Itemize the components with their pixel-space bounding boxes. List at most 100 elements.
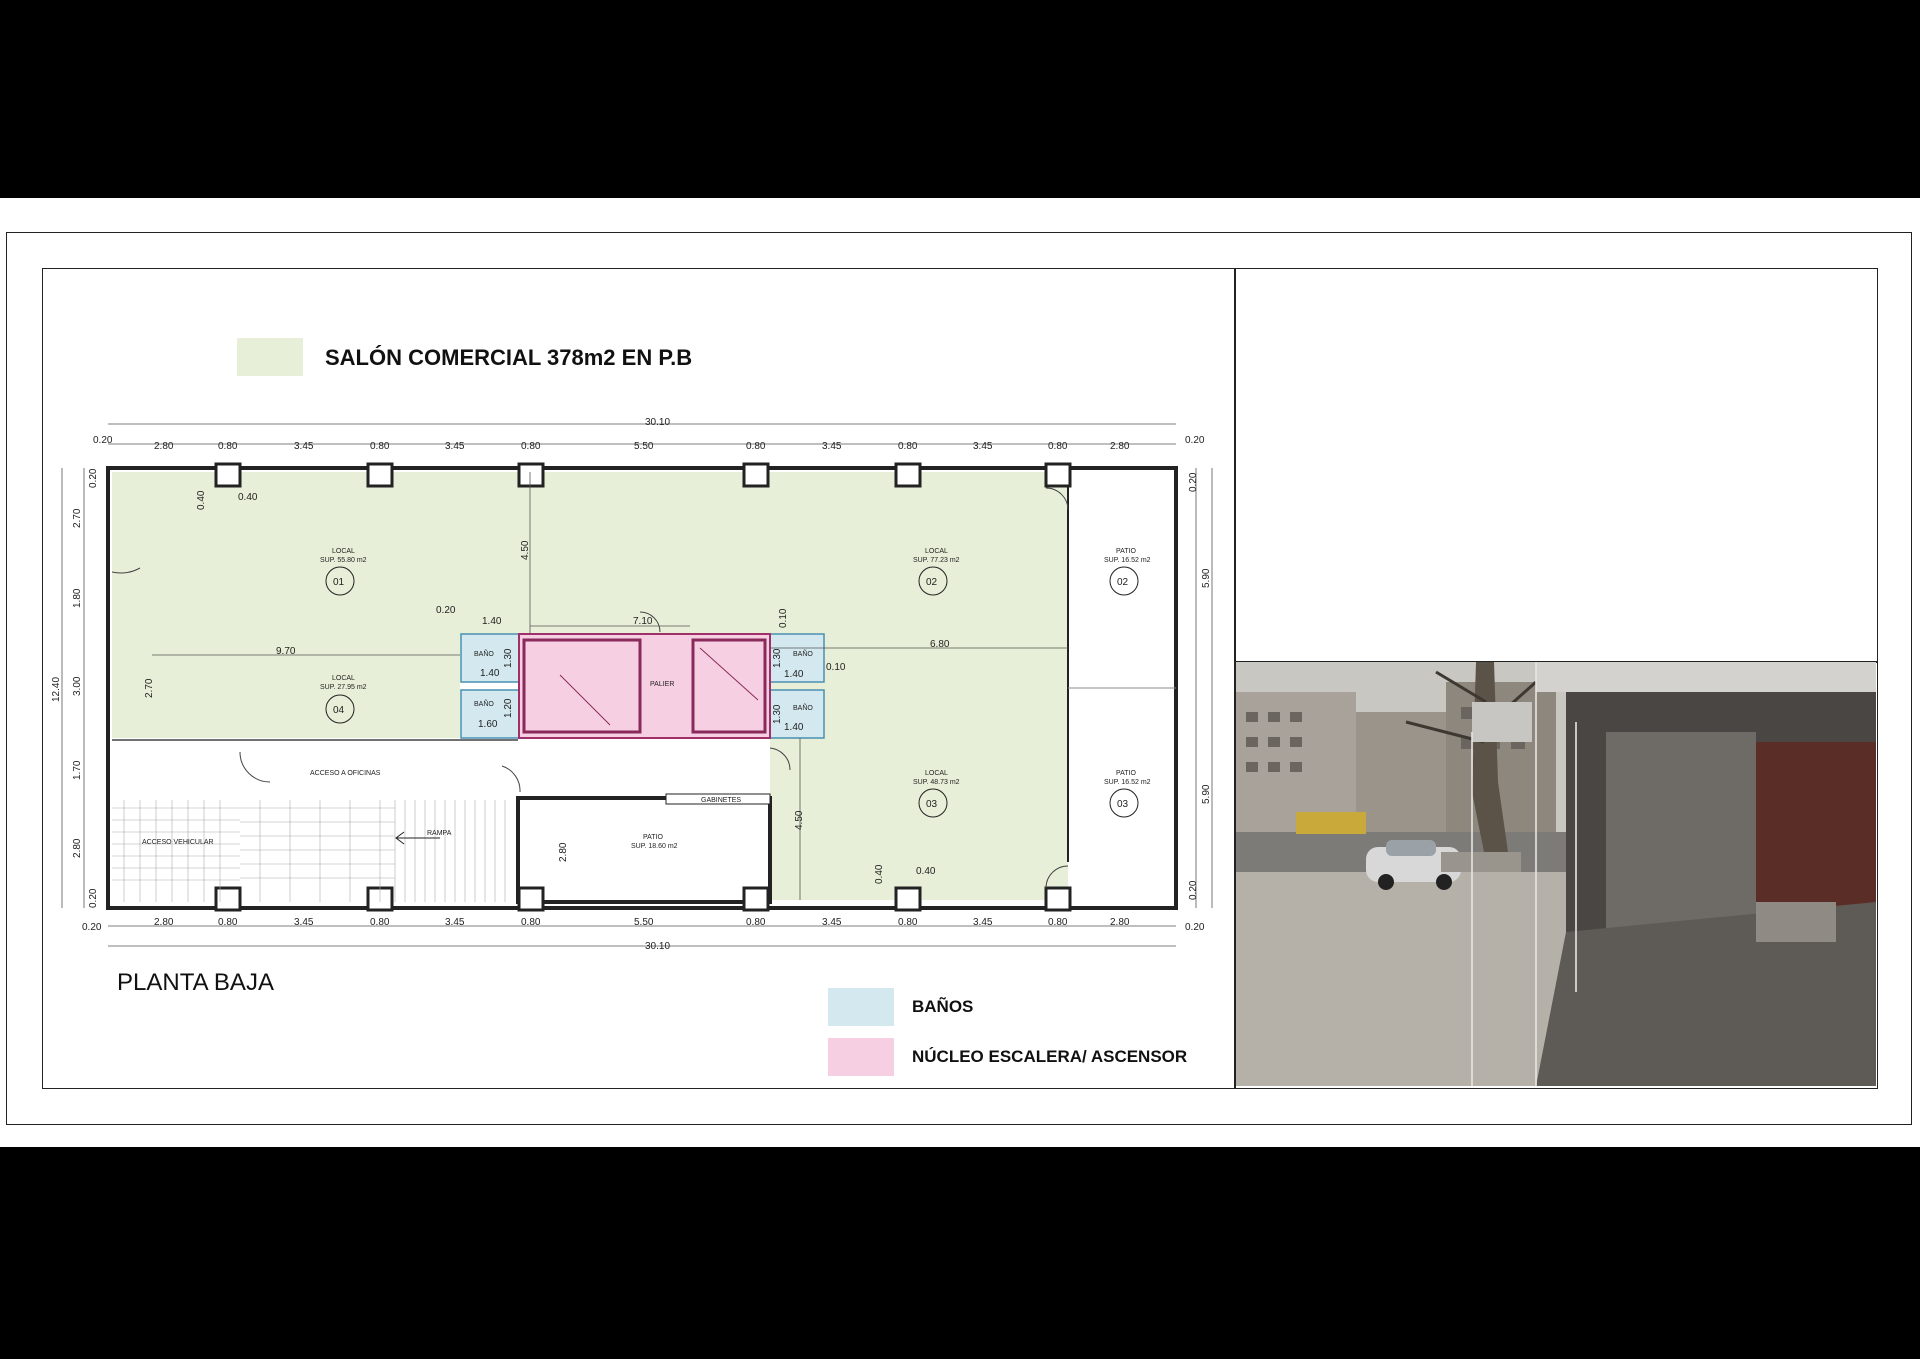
dim-bottom-0: 2.80 <box>154 917 174 928</box>
local04-sup: SUP. 27.95 m2 <box>320 684 367 691</box>
dim-inner-450a: 4.50 <box>520 540 531 560</box>
dim-bottom-3: 0.80 <box>370 917 390 928</box>
dim-left-2: 1.80 <box>72 588 83 608</box>
dim-bottom-10: 3.45 <box>973 917 993 928</box>
dim-left-5: 2.80 <box>72 838 83 858</box>
column-top <box>517 462 545 488</box>
dim-inner-010a: 0.10 <box>778 608 789 628</box>
patio-c-walls <box>516 796 772 904</box>
floor-plan: 0.20 30.10 0.20 2.80 0.80 3.45 0.80 3.45… <box>51 417 1213 952</box>
dim-edge-bottom-right: 0.20 <box>1185 922 1205 933</box>
dim-left-3: 3.00 <box>72 676 83 696</box>
dim-bottom-12: 2.80 <box>1110 917 1130 928</box>
dim-inner-040c: 0.40 <box>874 864 885 884</box>
ramp-hatch <box>394 800 506 902</box>
gabinetes-label: GABINETES <box>701 797 741 804</box>
dim-top-9: 0.80 <box>898 441 918 452</box>
dim-top-4: 3.45 <box>445 441 465 452</box>
local04-num: 04 <box>333 705 345 716</box>
patio02-name: PATIO <box>1116 548 1137 555</box>
local02-num: 02 <box>926 577 938 588</box>
dim-right-1: 5.90 <box>1201 568 1212 588</box>
local02-name: LOCAL <box>925 548 948 555</box>
dim-inner-130b: 1.30 <box>772 648 783 668</box>
dim-bottom-1: 0.80 <box>218 917 238 928</box>
dim-inner-040a: 0.40 <box>196 490 207 510</box>
dim-inner-130a: 1.30 <box>503 648 514 668</box>
dim-top-7: 0.80 <box>746 441 766 452</box>
dim-inner-040d: 0.40 <box>916 866 936 877</box>
local03-sup: SUP. 48.73 m2 <box>913 779 960 786</box>
dim-total-bottom: 30.10 <box>645 941 670 952</box>
dim-inner-140c: 1.40 <box>784 669 804 680</box>
dim-top-6: 5.50 <box>634 441 654 452</box>
dim-inner-270: 2.70 <box>144 678 155 698</box>
local02-sup: SUP. 77.23 m2 <box>913 557 960 564</box>
dim-total-top: 30.10 <box>645 417 670 428</box>
dim-bottom-9: 0.80 <box>898 917 918 928</box>
dim-inner-140b: 1.40 <box>480 668 500 679</box>
column-top <box>742 462 770 488</box>
dim-inner-120: 1.20 <box>503 698 514 718</box>
column-top <box>366 462 394 488</box>
dim-left-6: 0.20 <box>88 888 99 908</box>
dim-bottom-7: 0.80 <box>746 917 766 928</box>
dim-edge-top-right: 0.20 <box>1185 435 1205 446</box>
rampa-label: RAMPA <box>427 830 452 837</box>
dim-left-1: 2.70 <box>72 508 83 528</box>
dim-bottom-11: 0.80 <box>1048 917 1068 928</box>
acceso-oficinas-label: ACCESO A OFICINAS <box>310 770 381 777</box>
dim-inner-710: 7.10 <box>633 616 653 627</box>
column-bottom <box>214 886 242 912</box>
patio-c-name: PATIO <box>643 834 664 841</box>
dim-top-11: 0.80 <box>1048 441 1068 452</box>
plan-label: PLANTA BAJA <box>117 969 274 996</box>
dim-bottom-6: 5.50 <box>634 917 654 928</box>
dim-inner-020: 0.20 <box>436 605 456 616</box>
dim-top-0: 2.80 <box>154 441 174 452</box>
dim-inner-040b: 0.40 <box>238 492 258 503</box>
dim-right-2: 5.90 <box>1201 784 1212 804</box>
dim-left-0: 0.20 <box>88 468 99 488</box>
column-bottom <box>1044 886 1072 912</box>
patio-c-sup: SUP. 18.60 m2 <box>631 843 678 850</box>
legend-banos-label: BAÑOS <box>912 997 974 1016</box>
dim-top-2: 3.45 <box>294 441 314 452</box>
storefront-photo <box>1236 662 1876 1086</box>
dim-top-10: 3.45 <box>973 441 993 452</box>
dim-top-3: 0.80 <box>370 441 390 452</box>
dim-top-1: 0.80 <box>218 441 238 452</box>
dim-edge-top-left: 0.20 <box>93 435 113 446</box>
column-top <box>894 462 922 488</box>
patio02-num: 02 <box>1117 577 1129 588</box>
patio02-sup: SUP. 16.52 m2 <box>1104 557 1151 564</box>
dim-inner-140d: 1.40 <box>784 722 804 733</box>
dim-inner-010b: 0.10 <box>826 662 846 673</box>
nucleo-zone <box>518 633 771 739</box>
column-top <box>214 462 242 488</box>
patio03-num: 03 <box>1117 799 1129 810</box>
dim-bottom-4: 3.45 <box>445 917 465 928</box>
dim-right-3: 0.20 <box>1188 880 1199 900</box>
bano3-label: BAÑO <box>793 649 813 658</box>
dim-top-5: 0.80 <box>521 441 541 452</box>
dim-left-total: 12.40 <box>51 677 62 702</box>
dim-left-4: 1.70 <box>72 760 83 780</box>
bano1-label: BAÑO <box>474 649 494 658</box>
bano4-label: BAÑO <box>793 703 813 712</box>
local04-name: LOCAL <box>332 675 355 682</box>
column-bottom <box>517 886 545 912</box>
dim-top-8: 3.45 <box>822 441 842 452</box>
palier-label: PALIER <box>650 681 674 688</box>
legend-banos-swatch <box>828 988 894 1026</box>
local01-sup: SUP. 55.80 m2 <box>320 557 367 564</box>
dim-inner-680: 6.80 <box>930 639 950 650</box>
local03-name: LOCAL <box>925 770 948 777</box>
dim-edge-bottom-left: 0.20 <box>82 922 102 933</box>
dim-top-12: 2.80 <box>1110 441 1130 452</box>
legend-nucleo-label: NÚCLEO ESCALERA/ ASCENSOR <box>912 1047 1188 1066</box>
local01-name: LOCAL <box>332 548 355 555</box>
dim-bottom-2: 3.45 <box>294 917 314 928</box>
bano2-label: BAÑO <box>474 699 494 708</box>
dim-bottom-8: 3.45 <box>822 917 842 928</box>
